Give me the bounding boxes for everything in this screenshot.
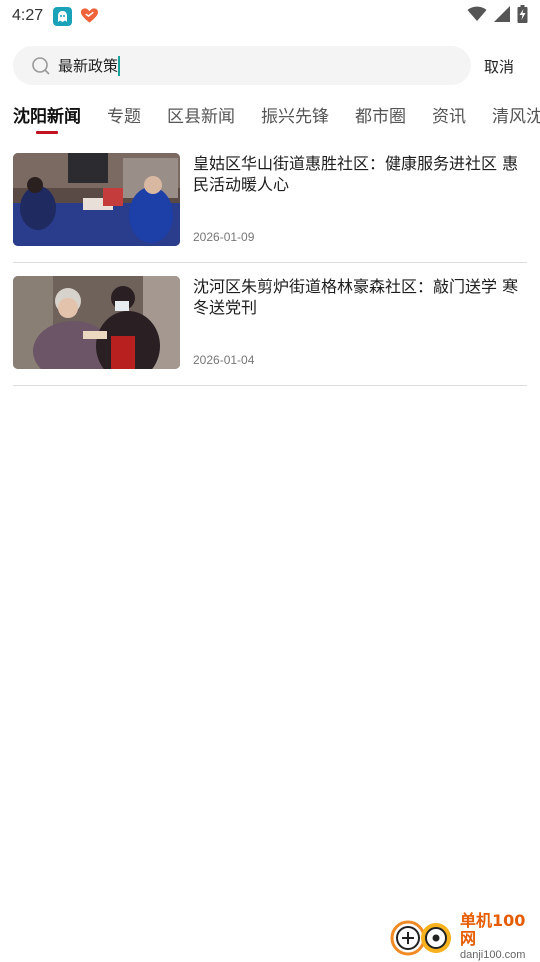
news-title: 沈河区朱剪炉街道格林豪森社区：敲门送学 寒冬送党刊: [193, 277, 519, 317]
category-tabs: 沈阳新闻 专题 区县新闻 振兴先锋 都市圈 资讯 清风沈: [0, 96, 540, 140]
tab-special-topics[interactable]: 专题: [107, 102, 141, 127]
news-list-item[interactable]: 皇姑区华山街道惠胜社区：健康服务进社区 惠民活动暖人心 2026-01-09: [13, 153, 527, 263]
news-date: 2026-01-09: [193, 230, 255, 244]
watermark-text: 单机100网 danji100.com: [460, 912, 540, 962]
site-watermark: 单机100网 danji100.com: [390, 912, 540, 962]
wifi-icon: [467, 6, 487, 27]
search-query-text: 最新政策: [58, 57, 119, 75]
search-row: 最新政策 取消: [0, 46, 540, 86]
status-indicators: [467, 4, 528, 28]
search-icon: [31, 56, 51, 76]
news-date: 2026-01-04: [193, 353, 255, 367]
status-bar: 4:27: [0, 0, 540, 32]
tab-clean-wind[interactable]: 清风沈: [492, 102, 540, 127]
tab-revitalization-pioneers[interactable]: 振兴先锋: [261, 102, 329, 127]
search-input[interactable]: 最新政策: [13, 46, 471, 85]
active-tab-indicator: [36, 131, 58, 134]
news-thumbnail: [13, 276, 180, 369]
watermark-logo-icon: [390, 913, 454, 961]
news-title: 皇姑区华山街道惠胜社区：健康服务进社区 惠民活动暖人心: [193, 154, 519, 194]
ghost-app-icon: [53, 6, 73, 26]
battery-charging-icon: [517, 4, 528, 28]
cancel-button[interactable]: 取消: [484, 56, 514, 77]
tab-district-news[interactable]: 区县新闻: [167, 102, 235, 127]
text-caret: [118, 55, 121, 76]
watermark-name: 单机100网: [460, 911, 526, 948]
signal-icon: [493, 5, 511, 27]
tab-metro-circle[interactable]: 都市圈: [355, 102, 406, 127]
tab-shenyang-news[interactable]: 沈阳新闻: [13, 102, 81, 127]
status-time: 4:27: [12, 7, 44, 24]
news-list-item[interactable]: 沈河区朱剪炉街道格林豪森社区：敲门送学 寒冬送党刊 2026-01-04: [13, 276, 527, 386]
news-thumbnail: [13, 153, 180, 246]
tab-information[interactable]: 资讯: [432, 102, 466, 127]
heart-app-icon: [80, 7, 99, 26]
